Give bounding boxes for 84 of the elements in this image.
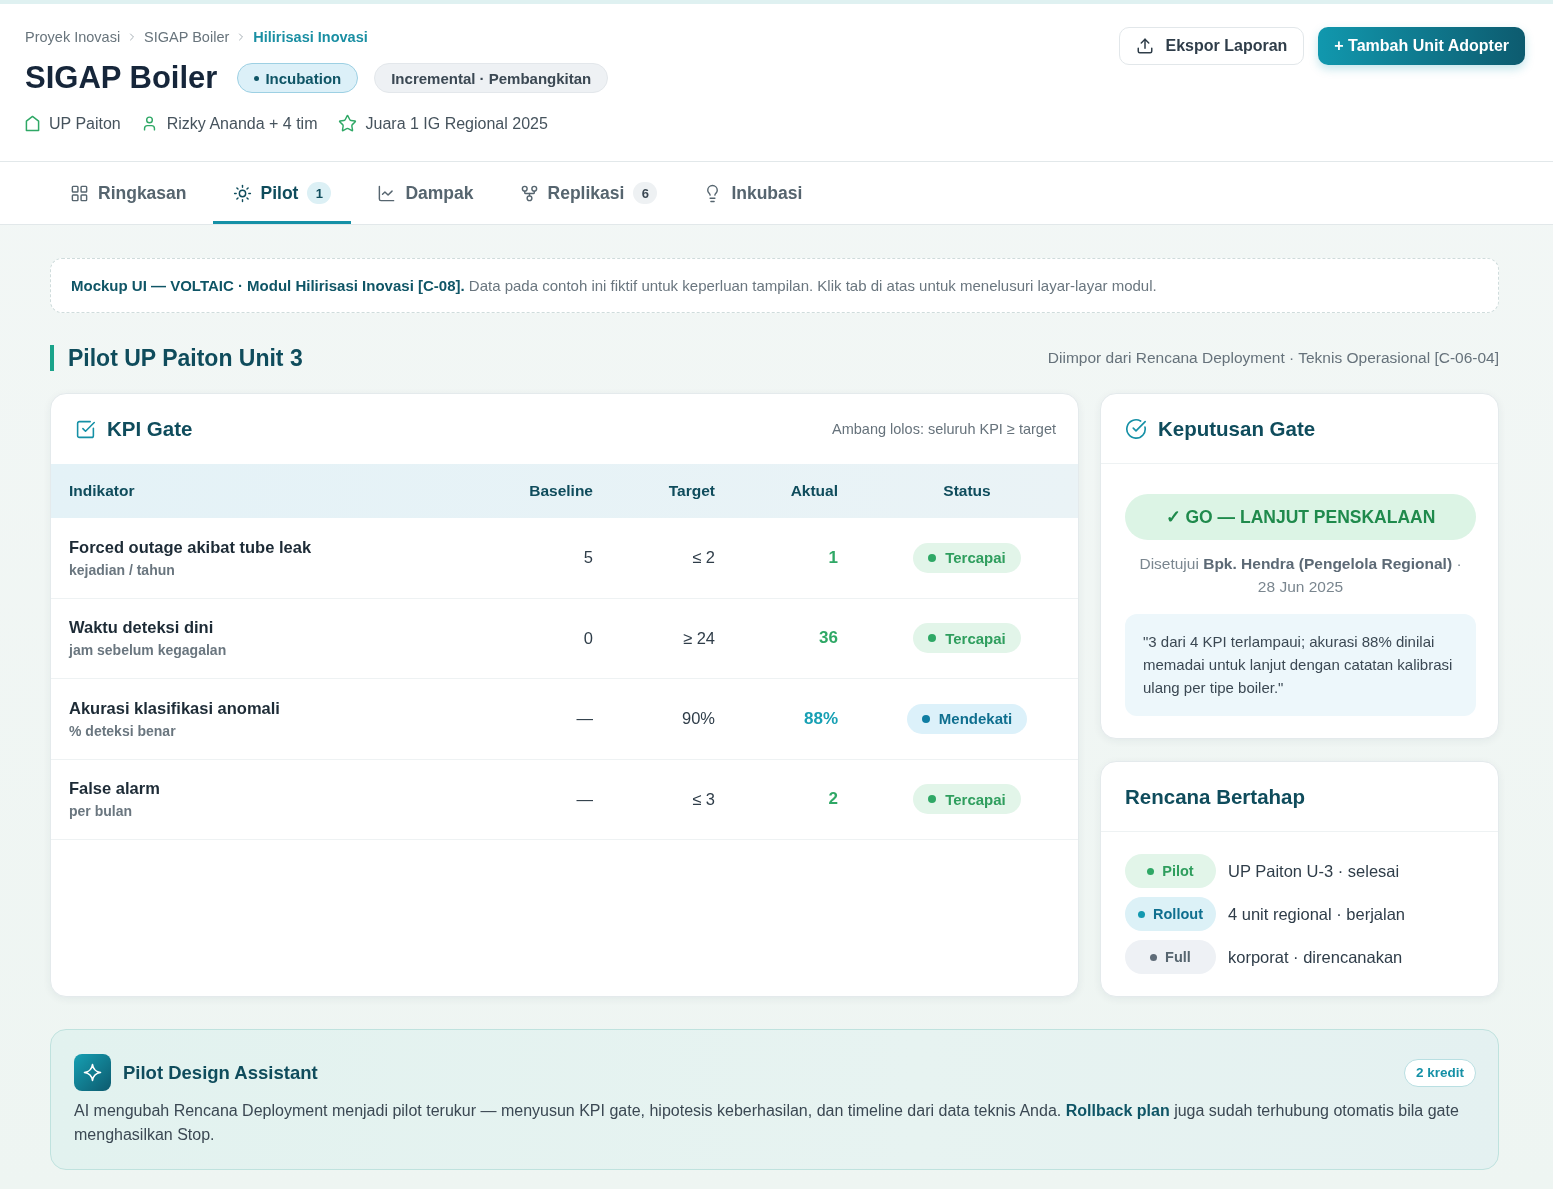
- meta-text: Rizky Ananda + 4 tim: [166, 114, 318, 133]
- indicator-unit: kejadian / tahun: [69, 561, 176, 578]
- indicator-unit: % deteksi benar: [69, 722, 177, 739]
- assistant-text: AI mengubah Rencana Deployment menjadi pilot terukur — menyusun KPI gate, hipotesis keberhasilan, dan timeline dari data teknis Anda. Rollback plan juga sudah terhubung otomatis bila gate menghasilkan Stop.: [74, 1101, 1460, 1145]
- fork-icon: [519, 183, 539, 203]
- column-header: Baseline: [528, 482, 594, 500]
- column-header: Status: [942, 482, 992, 500]
- page-title: SIGAP Boiler: [25, 60, 218, 96]
- table-cell-text: ≤ 2: [691, 548, 716, 568]
- status-dot-icon: [921, 714, 930, 723]
- status-pill: Tercapai: [913, 542, 1021, 573]
- stage-badge: Incubation: [237, 63, 359, 93]
- phase-pill: Rollout: [1125, 897, 1216, 931]
- meta-text: Juara 1 IG Regional 2025: [365, 114, 548, 133]
- status-pill: Tercapai: [913, 784, 1021, 815]
- phase-dot-icon: [1147, 867, 1155, 875]
- status-dot-icon: [928, 795, 937, 804]
- column-header: Aktual: [789, 482, 839, 500]
- approval-text: Disetujui Bpk. Hendra (Pengelola Regional) · 28 Jun 2025: [1138, 554, 1463, 597]
- source-text: Diimpor dari Rencana Deployment · Teknis Operasional [C-06-04]: [1047, 349, 1499, 367]
- tab[interactable]: Inkubasi: [683, 162, 823, 224]
- tab[interactable]: Dampak: [357, 162, 494, 224]
- breadcrumb-current: Hilirisasi Inovasi: [253, 29, 368, 45]
- count-badge: 6: [633, 182, 658, 204]
- tab[interactable]: Ringkasan: [50, 162, 207, 224]
- line-chart-icon: [377, 183, 397, 203]
- table-cell-text: 5: [582, 548, 594, 568]
- indicator-unit: jam sebelum kegagalan: [69, 642, 228, 659]
- threshold-text: Ambang lolos: seluruh KPI ≥ target: [832, 421, 1056, 437]
- card-title: Rencana Bertahap: [1125, 784, 1305, 809]
- tab[interactable]: Pilot 1: [212, 162, 352, 224]
- status-dot-icon: [928, 634, 937, 643]
- phase-detail: korporat · direncanakan: [1228, 947, 1403, 967]
- dot-icon: [254, 75, 260, 81]
- table-cell-text: 90%: [680, 709, 716, 729]
- phase-detail: 4 unit regional · berjalan: [1228, 904, 1406, 924]
- meta-text: UP Paiton: [49, 114, 121, 133]
- table-cell-text: ≤ 3: [691, 789, 716, 809]
- check-circle-icon: [1125, 417, 1147, 440]
- upload-icon: [1135, 37, 1154, 55]
- card-title: KPI Gate: [107, 417, 193, 441]
- status-pill: Tercapai: [913, 623, 1021, 654]
- notice-text: Mockup UI — VOLTAIC · Modul Hilirisasi Inovasi [C-08]. Data pada contoh ini fiktif untuk keperluan tampilan. Klik tab di atas untuk menelusuri layar-layar modul.: [71, 277, 1157, 294]
- phase-dot-icon: [1138, 910, 1146, 918]
- status-pill: Mendekati: [906, 703, 1028, 734]
- sun-icon: [232, 183, 252, 203]
- table-cell-text: ≥ 24: [682, 628, 716, 648]
- actual-value: 2: [827, 789, 839, 810]
- decision-note: "3 dari 4 KPI terlampaui; akurasi 88% dinilai memadai untuk lanjut dengan catatan kalibrasi ulang per tipe boiler.": [1125, 614, 1476, 716]
- indicator-name: Akurasi klasifikasi anomali: [69, 698, 281, 718]
- sparkle-icon: [74, 1054, 111, 1091]
- card-title: Keputusan Gate: [1158, 416, 1316, 441]
- checkbox-icon: [75, 418, 96, 440]
- column-header: Indikator: [68, 482, 136, 500]
- phase-dot-icon: [1150, 953, 1158, 961]
- breadcrumb-link[interactable]: SIGAP Boiler: [144, 29, 230, 45]
- export-button[interactable]: Ekspor Laporan: [1118, 27, 1305, 65]
- section-title: Pilot UP Paiton Unit 3: [50, 345, 303, 371]
- house-icon: [25, 115, 40, 132]
- credit-badge: 2 kredit: [1403, 1058, 1476, 1087]
- category-badge: Incremental · Pembangkitan: [374, 63, 609, 93]
- add-button[interactable]: + Tambah Unit Adopter: [1318, 27, 1525, 65]
- actual-value: 36: [818, 628, 839, 649]
- indicator-name: False alarm: [69, 779, 161, 799]
- status-dot-icon: [928, 553, 937, 562]
- indicator-unit: per bulan: [69, 803, 133, 820]
- table-cell-text: —: [575, 709, 594, 729]
- indicator-name: Waktu deteksi dini: [69, 618, 215, 638]
- grid-icon: [70, 183, 89, 203]
- table-cell-text: 0: [582, 628, 594, 648]
- actual-value: 1: [827, 547, 839, 568]
- verdict-pill: ✓ GO — LANJUT PENSKALAAN: [1125, 494, 1476, 540]
- star-icon: [337, 114, 357, 133]
- assistant-title: Pilot Design Assistant: [123, 1061, 318, 1084]
- count-badge: 1: [307, 182, 332, 204]
- phase-pill: Pilot: [1125, 854, 1216, 888]
- actual-value: 88%: [802, 708, 839, 729]
- breadcrumb-link[interactable]: Proyek Inovasi: [25, 29, 121, 45]
- indicator-name: Forced outage akibat tube leak: [69, 537, 313, 557]
- table-cell-text: —: [575, 789, 594, 809]
- column-header: Target: [667, 482, 716, 500]
- tab[interactable]: Replikasi 6: [499, 162, 678, 224]
- phase-pill: Full: [1125, 940, 1216, 974]
- phase-detail: UP Paiton U-3 · selesai: [1228, 861, 1400, 881]
